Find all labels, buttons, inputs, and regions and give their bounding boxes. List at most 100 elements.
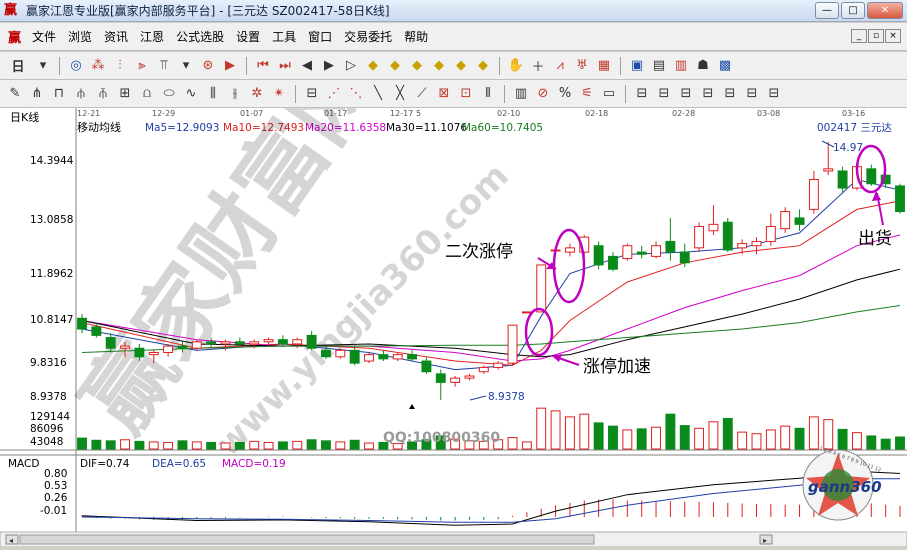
- wave-icon[interactable]: ∿: [182, 85, 200, 103]
- fan-icon[interactable]: ╲: [369, 85, 387, 103]
- candle: [378, 350, 389, 362]
- gann-box-icon[interactable]: ⊓: [50, 85, 68, 103]
- menu-logo-icon[interactable]: 赢: [8, 27, 26, 46]
- angle-icon[interactable]: ⊠: [435, 85, 453, 103]
- gann-fan-icon[interactable]: ⋔: [28, 85, 46, 103]
- ohlc-icon[interactable]: ⫪: [155, 57, 173, 75]
- hat-draw-icon[interactable]: ⩍: [138, 85, 156, 103]
- candle: [765, 213, 776, 246]
- arc-icon[interactable]: ▥: [512, 85, 530, 103]
- fork-icon[interactable]: ⫛: [72, 85, 90, 103]
- diamond2-icon[interactable]: ◆: [386, 57, 404, 75]
- cycle-icon[interactable]: ✴: [270, 85, 288, 103]
- diamond6-icon[interactable]: ◆: [474, 57, 492, 75]
- menu-tools[interactable]: 工具: [266, 28, 302, 45]
- diamond1-icon[interactable]: ◆: [364, 57, 382, 75]
- menu-trade[interactable]: 交易委托: [338, 28, 398, 45]
- box-icon[interactable]: ⊘: [534, 85, 552, 103]
- gann-grid3-icon[interactable]: ⊟: [677, 85, 695, 103]
- play-right-icon[interactable]: ▶: [320, 57, 338, 75]
- menu-browse[interactable]: 浏览: [62, 28, 98, 45]
- gann-grid-icon[interactable]: ⊟: [633, 85, 651, 103]
- line-icon[interactable]: ⫸: [133, 57, 151, 75]
- diamond5-icon[interactable]: ◆: [452, 57, 470, 75]
- gann-grid6-icon[interactable]: ⊟: [743, 85, 761, 103]
- candles-icon[interactable]: ◎: [67, 57, 85, 75]
- menu-formula[interactable]: 公式选股: [170, 28, 230, 45]
- star-icon[interactable]: ✲: [248, 85, 266, 103]
- bars-icon[interactable]: ⫶: [111, 57, 129, 75]
- gann-grid5-icon[interactable]: ⊟: [721, 85, 739, 103]
- menu-settings[interactable]: 设置: [230, 28, 266, 45]
- close-button[interactable]: ✕: [867, 2, 903, 19]
- record-icon[interactable]: ▥: [672, 57, 690, 75]
- menu-gann[interactable]: 江恩: [134, 28, 170, 45]
- gann-grid7-icon[interactable]: ⊟: [765, 85, 783, 103]
- app-logo-icon: 赢: [4, 2, 18, 18]
- kline-chart[interactable]: 日K线 移动均线 Ma5=12.9093 Ma10=12.7493 Ma20=1…: [0, 31, 907, 548]
- candle-body: [794, 217, 805, 225]
- volume-bar: [679, 425, 690, 450]
- flag-icon[interactable]: ▶: [221, 57, 239, 75]
- mdi-close-button[interactable]: ×: [885, 29, 901, 43]
- menu-bar: 赢 文件 浏览 资讯 江恩 公式选股 设置 工具 窗口 交易委托 帮助 _ ▫ …: [0, 23, 907, 51]
- scroll-thumb[interactable]: [19, 534, 595, 545]
- pencil-icon[interactable]: ✎: [6, 85, 24, 103]
- mdi-minimize-button[interactable]: _: [851, 29, 867, 43]
- news-icon[interactable]: ▤: [650, 57, 668, 75]
- candle: [866, 164, 877, 186]
- diamond3-icon[interactable]: ◆: [408, 57, 426, 75]
- gann-grid4-icon[interactable]: ⊟: [699, 85, 717, 103]
- hat-icon[interactable]: ☗: [694, 57, 712, 75]
- next-page-icon[interactable]: ▷: [342, 57, 360, 75]
- mdi-restore-button[interactable]: ▫: [868, 29, 884, 43]
- parallel-icon[interactable]: ⫴: [479, 85, 497, 103]
- fan2-icon[interactable]: ╳: [391, 85, 409, 103]
- crosshair-icon[interactable]: ＋: [529, 57, 547, 75]
- gann-grid2-icon[interactable]: ⊟: [655, 85, 673, 103]
- macd-dif-label: DIF=0.74: [80, 458, 130, 470]
- channel-icon[interactable]: ⊡: [457, 85, 475, 103]
- gann-icon[interactable]: ♅: [573, 57, 591, 75]
- pattern-icon[interactable]: ⁂: [89, 57, 107, 75]
- position-marker-icon: [409, 404, 415, 409]
- first-icon[interactable]: ⏮: [254, 57, 272, 75]
- date-tick: 12-29: [152, 109, 175, 118]
- period-dropdown-icon[interactable]: ▾: [34, 57, 52, 75]
- tally2-icon[interactable]: ⫲: [226, 85, 244, 103]
- minimize-button[interactable]: —: [815, 2, 839, 19]
- chart-area[interactable]: 日K线 移动均线 Ma5=12.9093 Ma10=12.7493 Ma20=1…: [0, 31, 907, 548]
- zigzag-icon[interactable]: ⩘: [551, 57, 569, 75]
- menu-file[interactable]: 文件: [26, 28, 62, 45]
- trend-icon[interactable]: ⟋: [413, 85, 431, 103]
- maximize-button[interactable]: □: [841, 2, 865, 19]
- ellipse-icon[interactable]: ⬭: [160, 85, 178, 103]
- calendar-icon[interactable]: ▣: [628, 57, 646, 75]
- menu-help[interactable]: 帮助: [398, 28, 434, 45]
- target-icon[interactable]: ⊛: [199, 57, 217, 75]
- volume-bar: [751, 433, 762, 450]
- volume-bar: [177, 440, 188, 450]
- diamond4-icon[interactable]: ◆: [430, 57, 448, 75]
- period-select[interactable]: 日: [6, 57, 30, 75]
- fib-icon[interactable]: ⋱: [347, 85, 365, 103]
- speed-icon[interactable]: ⚟: [578, 85, 596, 103]
- calc-icon[interactable]: ▦: [595, 57, 613, 75]
- ruler-icon[interactable]: ⊞: [116, 85, 134, 103]
- pitchfork-icon[interactable]: ⫚: [94, 85, 112, 103]
- markers-icon[interactable]: ▾: [177, 57, 195, 75]
- bus-icon[interactable]: ▩: [716, 57, 734, 75]
- menu-info[interactable]: 资讯: [98, 28, 134, 45]
- hand-icon[interactable]: ✋: [507, 57, 525, 75]
- spiral-icon[interactable]: ⊟: [303, 85, 321, 103]
- date-axis: 12-21 12-29 01-07 01-17 12-17 5 02-10 02…: [77, 109, 865, 118]
- candle-body: [277, 339, 288, 345]
- menu-window[interactable]: 窗口: [302, 28, 338, 45]
- play-left-icon[interactable]: ◀: [298, 57, 316, 75]
- low-price-mark: 8.9378: [488, 391, 525, 403]
- prev-page-icon[interactable]: ⏭: [276, 57, 294, 75]
- square-icon[interactable]: ▭: [600, 85, 618, 103]
- percent-icon[interactable]: %: [556, 85, 574, 103]
- compass-icon[interactable]: ⋰: [325, 85, 343, 103]
- tally-icon[interactable]: ⫼: [204, 85, 222, 103]
